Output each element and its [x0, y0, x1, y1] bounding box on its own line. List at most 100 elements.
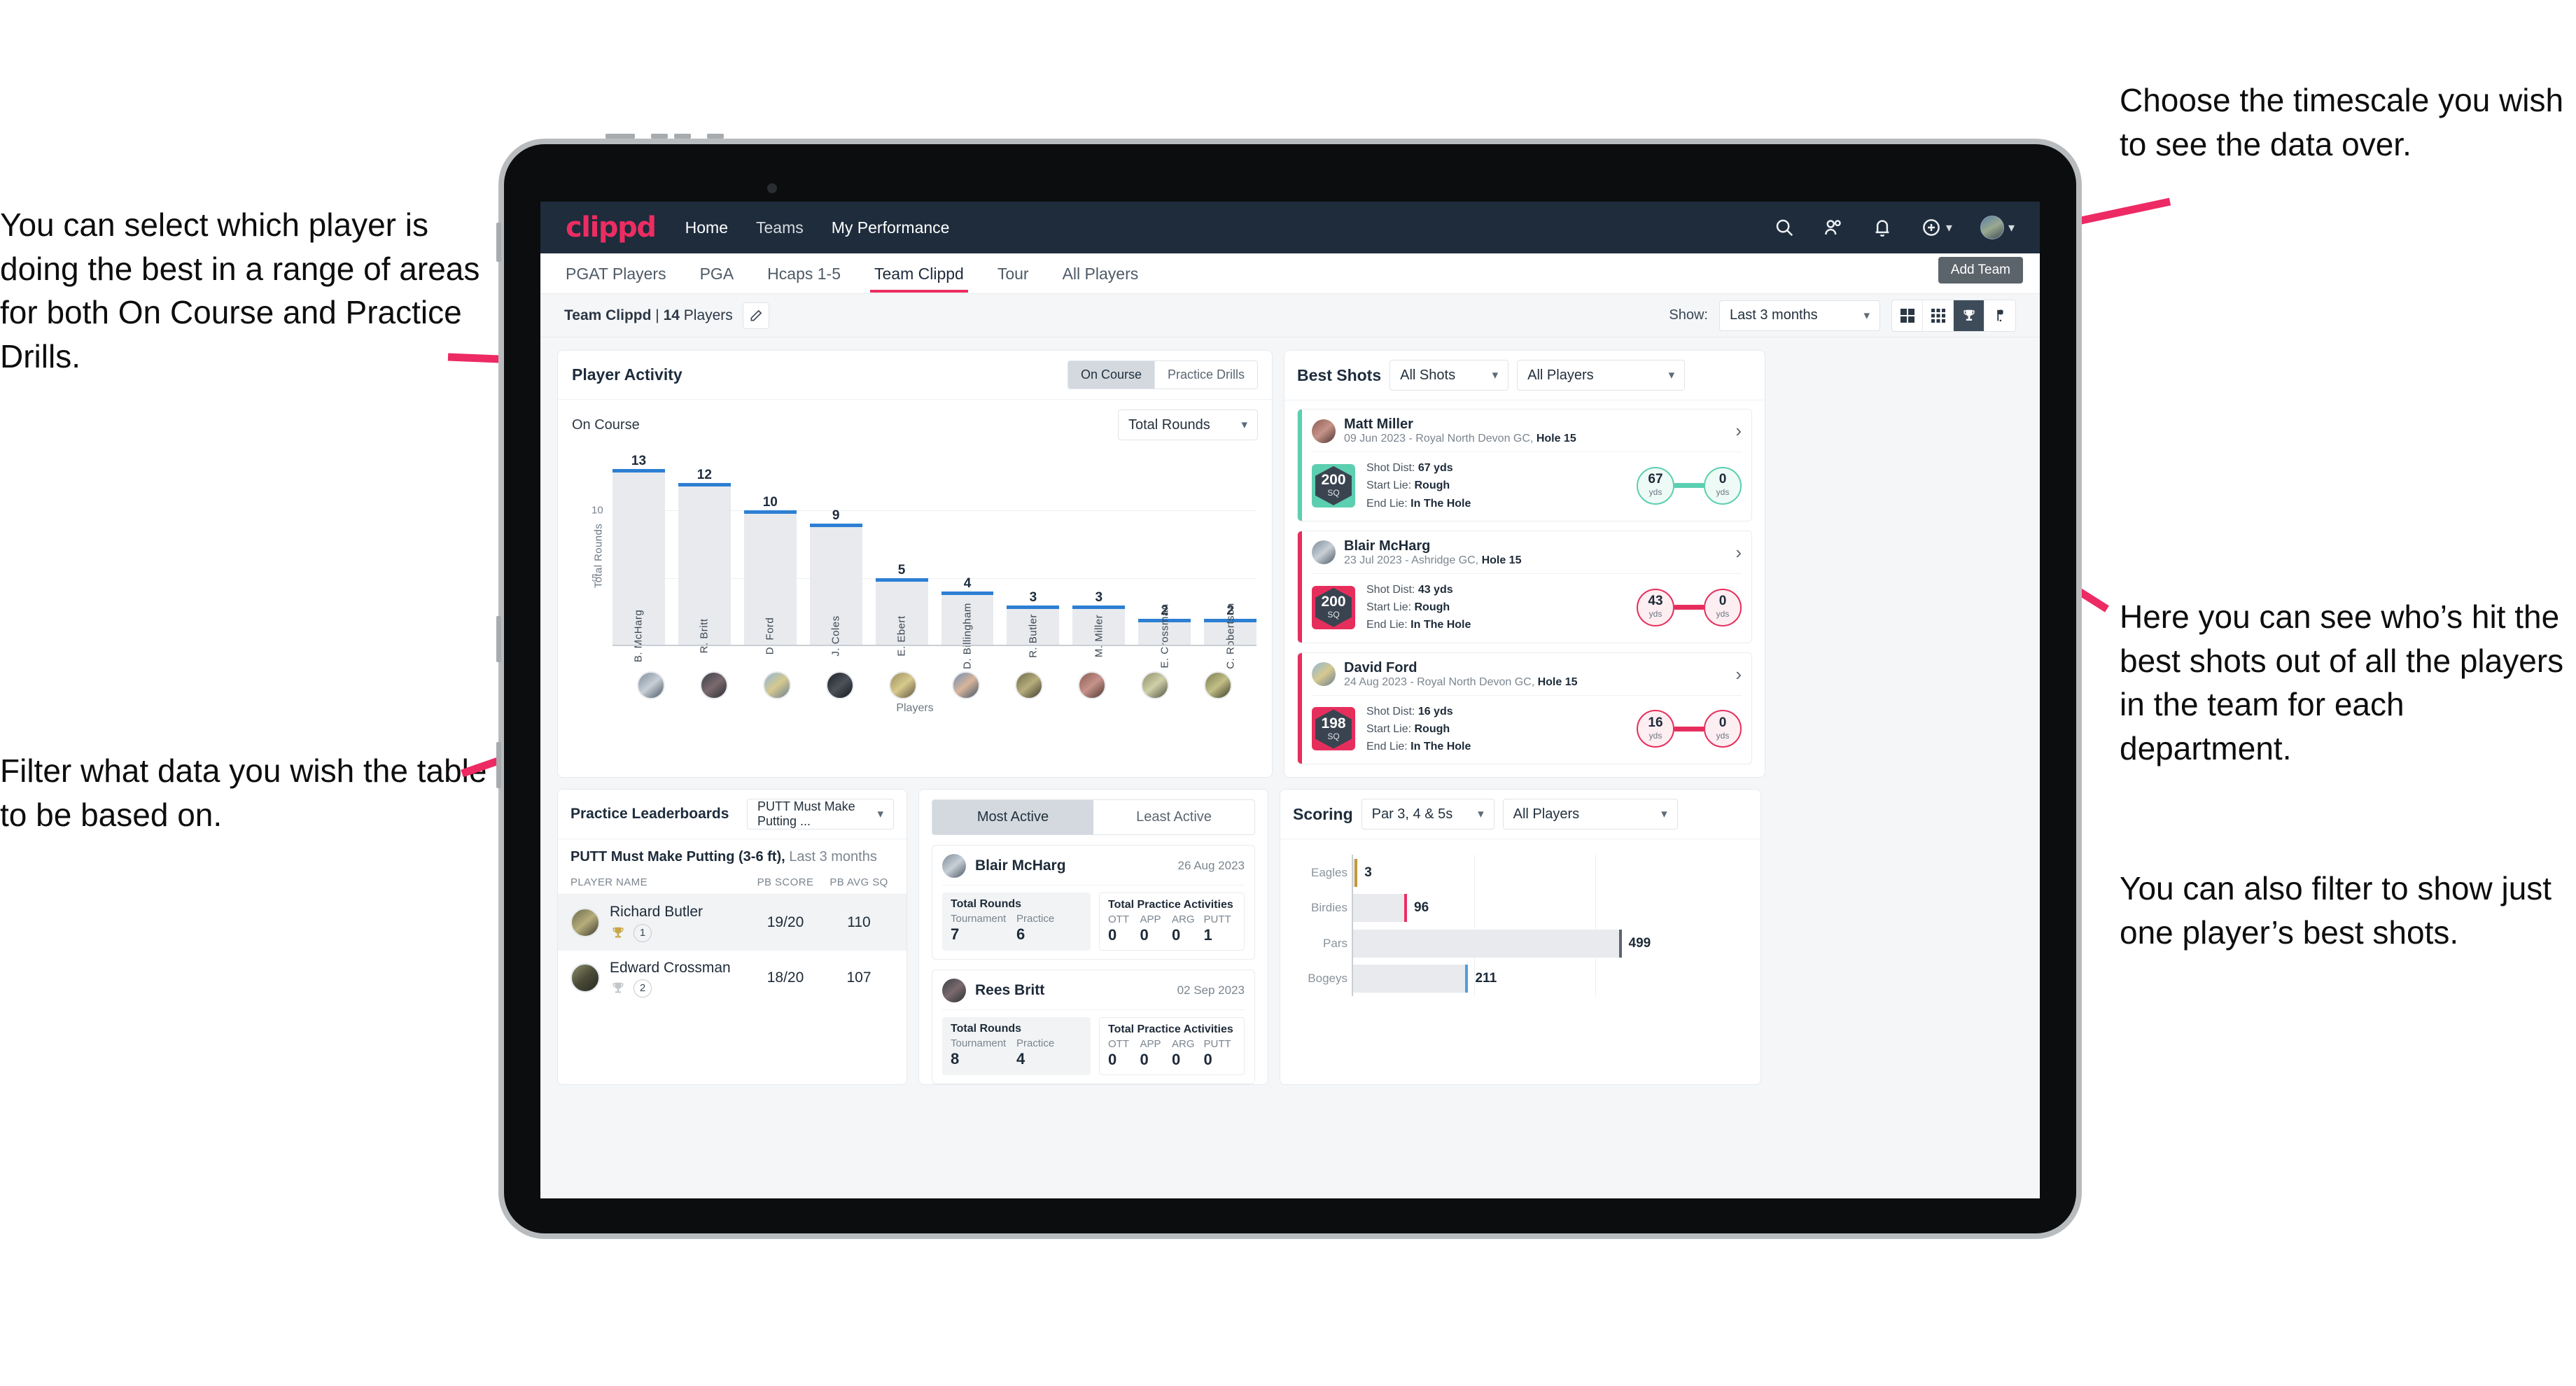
distance-connector	[1674, 605, 1704, 610]
edit-team-button[interactable]	[742, 302, 769, 329]
bar-column[interactable]: 2 E. Crossman	[1138, 456, 1191, 668]
tab-most-active[interactable]: Most Active	[932, 800, 1093, 835]
chevron-right-icon[interactable]: ›	[1735, 420, 1742, 442]
scoring-bar-row[interactable]: Birdies 96	[1311, 894, 1704, 923]
bar-column[interactable]: 5 E. Ebert	[875, 456, 928, 657]
bar-column[interactable]: 13 B. McHarg	[612, 454, 665, 662]
player-name: Rees Britt	[975, 982, 1045, 999]
stat-value: 0	[1108, 926, 1117, 944]
leaderboard-player-info: Richard Butler 1	[610, 903, 704, 942]
player-avatar[interactable]	[1067, 671, 1116, 699]
scoring-bar-row[interactable]: Bogeys 211	[1308, 965, 1704, 993]
player-avatar[interactable]	[690, 671, 739, 699]
nav-item-my-performance[interactable]: My Performance	[832, 218, 950, 237]
bar[interactable]: 3 R. Butler	[1007, 590, 1060, 658]
bar-column[interactable]: 9 J. Coles	[809, 456, 862, 657]
best-shots-player-select[interactable]: All Players ▾	[1517, 360, 1686, 391]
tablet-button-top-2	[651, 134, 668, 139]
activity-item[interactable]: Blair McHarg 26 Aug 2023 Total Rounds Tourn…	[932, 845, 1255, 960]
stat-key: ARG	[1172, 1038, 1195, 1051]
player-avatar[interactable]	[1130, 671, 1180, 699]
scoring-bar[interactable]	[1353, 929, 1622, 958]
chevron-right-icon[interactable]: ›	[1735, 664, 1742, 685]
grid-large-icon[interactable]	[1892, 300, 1923, 331]
add-menu[interactable]: ▾	[1921, 217, 1952, 238]
start-lie-label: Start Lie:	[1366, 479, 1415, 492]
scoring-value-label: 499	[1628, 935, 1651, 951]
people-icon[interactable]	[1823, 217, 1844, 238]
avatar	[889, 671, 918, 699]
metric-select[interactable]: Total Rounds ▾	[1118, 410, 1258, 440]
tab-tour[interactable]: Tour	[997, 255, 1029, 293]
player-avatar[interactable]	[1004, 671, 1054, 699]
trophy-icon[interactable]	[1954, 300, 1984, 331]
bar-column[interactable]: 3 M. Miller	[1072, 456, 1126, 657]
leaderboard-row[interactable]: Richard Butler 1 19/20 110	[558, 895, 906, 951]
bar[interactable]: 13 B. McHarg	[612, 454, 665, 662]
player-avatar[interactable]	[626, 671, 676, 699]
player-avatar[interactable]	[752, 671, 802, 699]
nav-item-home[interactable]: Home	[685, 218, 728, 237]
scoring-bar[interactable]	[1353, 965, 1469, 993]
bar-column[interactable]: 4 D. Billingham	[941, 456, 994, 669]
tab-least-active[interactable]: Least Active	[1093, 800, 1254, 834]
scoring-player-select[interactable]: All Players ▾	[1502, 799, 1678, 830]
profile-menu[interactable]: ▾	[1980, 216, 2015, 239]
best-shot-item[interactable]: Matt Miller 09 Jun 2023 - Royal North Dev…	[1297, 409, 1752, 522]
bar-column[interactable]: 10 D. Ford	[743, 456, 797, 654]
avatar[interactable]	[1980, 216, 2004, 239]
tab-team-clippd[interactable]: Team Clippd	[870, 255, 968, 293]
timescale-select[interactable]: Last 3 months ▾	[1719, 300, 1880, 331]
best-shot-identity: Matt Miller 09 Jun 2023 - Royal North Dev…	[1344, 416, 1576, 445]
player-name: Richard Butler	[610, 904, 704, 920]
scoring-bar[interactable]	[1353, 858, 1359, 887]
tab-hcaps-1-5[interactable]: Hcaps 1-5	[767, 255, 841, 293]
par-select[interactable]: Par 3, 4 & 5s ▾	[1361, 799, 1494, 830]
flag-icon[interactable]	[1984, 300, 2015, 331]
player-avatar[interactable]	[941, 671, 991, 699]
drill-select[interactable]: PUTT Must Make Putting ... ▾	[747, 799, 894, 830]
scoring-bar-row[interactable]: Eagles 3	[1311, 858, 1704, 887]
plus-circle-icon[interactable]	[1921, 217, 1942, 238]
tab-all-players[interactable]: All Players	[1063, 255, 1139, 293]
best-shot-item[interactable]: Blair McHarg 23 Jul 2023 - Ashridge GC, H…	[1297, 530, 1752, 643]
tab-pga[interactable]: PGA	[700, 255, 734, 293]
bar[interactable]: 4 D. Billingham	[941, 576, 994, 669]
app-screen: clippd Home Teams My Performance ▾ ▾ PGA…	[540, 202, 2040, 1198]
player-avatar[interactable]	[816, 671, 865, 699]
bar[interactable]: 5 E. Ebert	[875, 563, 928, 657]
stat-value: 0	[1140, 1051, 1149, 1069]
chevron-right-icon[interactable]: ›	[1735, 542, 1742, 564]
leaderboard-row[interactable]: Edward Crossman 2 18/20 107	[558, 951, 906, 1006]
avatar	[1312, 540, 1336, 565]
player-avatar[interactable]	[1193, 671, 1242, 699]
clippd-logo[interactable]: clippd	[566, 211, 657, 244]
best-shot-body: Matt Miller 09 Jun 2023 - Royal North Dev…	[1302, 410, 1751, 521]
player-avatar[interactable]	[878, 671, 928, 699]
bar-column[interactable]: 3 R. Butler	[1007, 456, 1060, 658]
bar[interactable]: 2 C. Robertson	[1204, 603, 1257, 669]
shot-dist-row: Shot Dist: 67 yds	[1366, 459, 1471, 477]
bar[interactable]: 9 J. Coles	[809, 508, 862, 657]
search-icon[interactable]	[1774, 217, 1795, 238]
bar[interactable]: 2 E. Crossman	[1138, 603, 1191, 668]
bar[interactable]: 12 R. Britt	[678, 468, 731, 653]
tab-pgat-players[interactable]: PGAT Players	[566, 255, 666, 293]
bell-icon[interactable]	[1872, 217, 1893, 238]
bar-column[interactable]: 12 R. Britt	[678, 456, 731, 653]
scoring-bar[interactable]	[1353, 894, 1408, 923]
bar-column[interactable]: 2 C. Robertson	[1204, 456, 1257, 669]
grid-small-icon[interactable]	[1923, 300, 1954, 331]
best-shot-header: David Ford 24 Aug 2023 - Royal North Devo…	[1312, 660, 1742, 689]
nav-item-teams[interactable]: Teams	[756, 218, 804, 237]
shot-distance-visual: 16 yds 0 yds	[1637, 710, 1742, 748]
stat-key: Tournament	[951, 1037, 1007, 1050]
segment-on-course[interactable]: On Course	[1068, 361, 1155, 388]
scoring-bar-row[interactable]: Pars 499	[1323, 929, 1704, 958]
best-shot-item[interactable]: David Ford 24 Aug 2023 - Royal North Devo…	[1297, 652, 1752, 765]
bar[interactable]: 10 D. Ford	[743, 495, 797, 654]
activity-item[interactable]: Rees Britt 02 Sep 2023 Total Rounds Tournam…	[932, 969, 1255, 1085]
shot-type-select[interactable]: All Shots ▾	[1390, 360, 1509, 391]
bar[interactable]: 3 M. Miller	[1072, 590, 1126, 657]
segment-practice-drills[interactable]: Practice Drills	[1155, 361, 1257, 388]
